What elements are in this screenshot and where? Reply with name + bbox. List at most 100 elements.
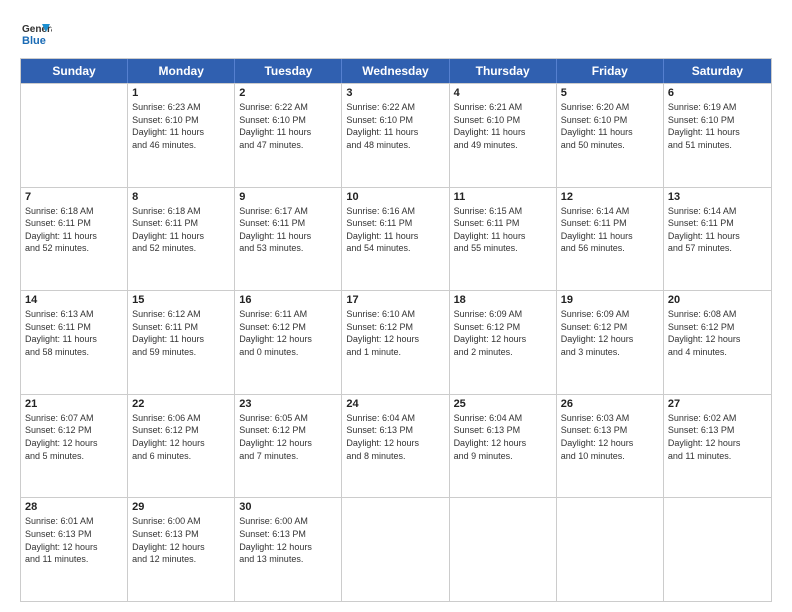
calendar-body: 1 Sunrise: 6:23 AM Sunset: 6:10 PM Daylig… <box>21 83 771 601</box>
day-number: 23 <box>239 398 337 410</box>
calendar-cell: 3Sunrise: 6:22 AM Sunset: 6:10 PM Daylig… <box>342 84 449 187</box>
calendar-cell: 30Sunrise: 6:00 AM Sunset: 6:13 PM Dayli… <box>235 498 342 601</box>
calendar-cell: 16 Sunrise: 6:11 AM Sunset: 6:12 PM Dayli… <box>235 291 342 394</box>
calendar-cell: 9 Sunrise: 6:17 AM Sunset: 6:11 PM Daylig… <box>235 188 342 291</box>
calendar-cell: 26Sunrise: 6:03 AM Sunset: 6:13 PM Dayli… <box>557 395 664 498</box>
calendar-header: SundayMondayTuesdayWednesdayThursdayFrid… <box>21 59 771 83</box>
day-number: 26 <box>561 398 659 410</box>
calendar-cell: 1 Sunrise: 6:23 AM Sunset: 6:10 PM Daylig… <box>128 84 235 187</box>
day-info: Sunrise: 6:04 AM Sunset: 6:13 PM Dayligh… <box>454 412 552 462</box>
day-number: 18 <box>454 294 552 306</box>
day-info: Sunrise: 6:09 AM Sunset: 6:12 PM Dayligh… <box>561 308 659 358</box>
day-info: Sunrise: 6:20 AM Sunset: 6:10 PM Dayligh… <box>561 101 659 151</box>
day-info: Sunrise: 6:17 AM Sunset: 6:11 PM Dayligh… <box>239 205 337 255</box>
calendar-cell: 17Sunrise: 6:10 AM Sunset: 6:12 PM Dayli… <box>342 291 449 394</box>
calendar-week-4: 28Sunrise: 6:01 AM Sunset: 6:13 PM Dayli… <box>21 497 771 601</box>
calendar-cell <box>557 498 664 601</box>
day-info: Sunrise: 6:19 AM Sunset: 6:10 PM Dayligh… <box>668 101 767 151</box>
calendar-cell: 25 Sunrise: 6:04 AM Sunset: 6:13 PM Dayli… <box>450 395 557 498</box>
day-info: Sunrise: 6:07 AM Sunset: 6:12 PM Dayligh… <box>25 412 123 462</box>
calendar-cell <box>664 498 771 601</box>
calendar-cell: 21 Sunrise: 6:07 AM Sunset: 6:12 PM Dayli… <box>21 395 128 498</box>
day-number: 19 <box>561 294 659 306</box>
day-info: Sunrise: 6:00 AM Sunset: 6:13 PM Dayligh… <box>132 515 230 565</box>
calendar-cell: 29 Sunrise: 6:00 AM Sunset: 6:13 PM Dayli… <box>128 498 235 601</box>
day-number: 20 <box>668 294 767 306</box>
day-info: Sunrise: 6:06 AM Sunset: 6:12 PM Dayligh… <box>132 412 230 462</box>
day-info: Sunrise: 6:22 AM Sunset: 6:10 PM Dayligh… <box>346 101 444 151</box>
calendar-cell <box>450 498 557 601</box>
calendar-cell: 5 Sunrise: 6:20 AM Sunset: 6:10 PM Daylig… <box>557 84 664 187</box>
calendar-cell: 27 Sunrise: 6:02 AM Sunset: 6:13 PM Dayli… <box>664 395 771 498</box>
calendar-week-1: 7 Sunrise: 6:18 AM Sunset: 6:11 PM Daylig… <box>21 187 771 291</box>
day-info: Sunrise: 6:11 AM Sunset: 6:12 PM Dayligh… <box>239 308 337 358</box>
day-info: Sunrise: 6:13 AM Sunset: 6:11 PM Dayligh… <box>25 308 123 358</box>
calendar-cell: 4 Sunrise: 6:21 AM Sunset: 6:10 PM Daylig… <box>450 84 557 187</box>
day-number: 14 <box>25 294 123 306</box>
day-info: Sunrise: 6:23 AM Sunset: 6:10 PM Dayligh… <box>132 101 230 151</box>
calendar: SundayMondayTuesdayWednesdayThursdayFrid… <box>20 58 772 602</box>
day-info: Sunrise: 6:04 AM Sunset: 6:13 PM Dayligh… <box>346 412 444 462</box>
day-number: 16 <box>239 294 337 306</box>
day-info: Sunrise: 6:21 AM Sunset: 6:10 PM Dayligh… <box>454 101 552 151</box>
day-info: Sunrise: 6:10 AM Sunset: 6:12 PM Dayligh… <box>346 308 444 358</box>
calendar-cell: 15 Sunrise: 6:12 AM Sunset: 6:11 PM Dayli… <box>128 291 235 394</box>
calendar-cell: 2 Sunrise: 6:22 AM Sunset: 6:10 PM Daylig… <box>235 84 342 187</box>
header-day-sunday: Sunday <box>21 59 128 83</box>
calendar-cell: 12 Sunrise: 6:14 AM Sunset: 6:11 PM Dayli… <box>557 188 664 291</box>
day-number: 5 <box>561 87 659 99</box>
calendar-cell: 11 Sunrise: 6:15 AM Sunset: 6:11 PM Dayli… <box>450 188 557 291</box>
day-info: Sunrise: 6:15 AM Sunset: 6:11 PM Dayligh… <box>454 205 552 255</box>
day-number: 27 <box>668 398 767 410</box>
day-info: Sunrise: 6:18 AM Sunset: 6:11 PM Dayligh… <box>132 205 230 255</box>
day-number: 21 <box>25 398 123 410</box>
day-number: 28 <box>25 501 123 513</box>
day-info: Sunrise: 6:14 AM Sunset: 6:11 PM Dayligh… <box>561 205 659 255</box>
day-number: 29 <box>132 501 230 513</box>
calendar-cell: 8Sunrise: 6:18 AM Sunset: 6:11 PM Daylig… <box>128 188 235 291</box>
day-number: 10 <box>346 191 444 203</box>
calendar-cell: 14 Sunrise: 6:13 AM Sunset: 6:11 PM Dayli… <box>21 291 128 394</box>
calendar-cell: 18 Sunrise: 6:09 AM Sunset: 6:12 PM Dayli… <box>450 291 557 394</box>
day-info: Sunrise: 6:08 AM Sunset: 6:12 PM Dayligh… <box>668 308 767 358</box>
calendar-week-2: 14 Sunrise: 6:13 AM Sunset: 6:11 PM Dayli… <box>21 290 771 394</box>
day-info: Sunrise: 6:14 AM Sunset: 6:11 PM Dayligh… <box>668 205 767 255</box>
calendar-cell <box>21 84 128 187</box>
header-day-wednesday: Wednesday <box>342 59 449 83</box>
calendar-cell <box>342 498 449 601</box>
calendar-cell: 19 Sunrise: 6:09 AM Sunset: 6:12 PM Dayli… <box>557 291 664 394</box>
day-number: 2 <box>239 87 337 99</box>
day-number: 4 <box>454 87 552 99</box>
header-day-monday: Monday <box>128 59 235 83</box>
calendar-cell: 6 Sunrise: 6:19 AM Sunset: 6:10 PM Daylig… <box>664 84 771 187</box>
calendar-week-0: 1 Sunrise: 6:23 AM Sunset: 6:10 PM Daylig… <box>21 83 771 187</box>
day-info: Sunrise: 6:16 AM Sunset: 6:11 PM Dayligh… <box>346 205 444 255</box>
day-number: 24 <box>346 398 444 410</box>
svg-text:Blue: Blue <box>22 35 46 47</box>
day-info: Sunrise: 6:09 AM Sunset: 6:12 PM Dayligh… <box>454 308 552 358</box>
day-info: Sunrise: 6:22 AM Sunset: 6:10 PM Dayligh… <box>239 101 337 151</box>
day-number: 22 <box>132 398 230 410</box>
header-day-thursday: Thursday <box>450 59 557 83</box>
day-number: 7 <box>25 191 123 203</box>
day-number: 30 <box>239 501 337 513</box>
calendar-cell: 23 Sunrise: 6:05 AM Sunset: 6:12 PM Dayli… <box>235 395 342 498</box>
day-number: 25 <box>454 398 552 410</box>
day-number: 11 <box>454 191 552 203</box>
day-info: Sunrise: 6:02 AM Sunset: 6:13 PM Dayligh… <box>668 412 767 462</box>
day-number: 1 <box>132 87 230 99</box>
header-day-friday: Friday <box>557 59 664 83</box>
logo-icon: General Blue <box>20 18 52 50</box>
calendar-cell: 7Sunrise: 6:18 AM Sunset: 6:11 PM Daylig… <box>21 188 128 291</box>
day-number: 12 <box>561 191 659 203</box>
calendar-cell: 20 Sunrise: 6:08 AM Sunset: 6:12 PM Dayli… <box>664 291 771 394</box>
day-info: Sunrise: 6:05 AM Sunset: 6:12 PM Dayligh… <box>239 412 337 462</box>
day-info: Sunrise: 6:12 AM Sunset: 6:11 PM Dayligh… <box>132 308 230 358</box>
calendar-cell: 10 Sunrise: 6:16 AM Sunset: 6:11 PM Dayli… <box>342 188 449 291</box>
day-number: 15 <box>132 294 230 306</box>
logo: General Blue <box>20 18 54 50</box>
calendar-week-3: 21 Sunrise: 6:07 AM Sunset: 6:12 PM Dayli… <box>21 394 771 498</box>
day-number: 9 <box>239 191 337 203</box>
calendar-cell: 13Sunrise: 6:14 AM Sunset: 6:11 PM Dayli… <box>664 188 771 291</box>
day-number: 6 <box>668 87 767 99</box>
